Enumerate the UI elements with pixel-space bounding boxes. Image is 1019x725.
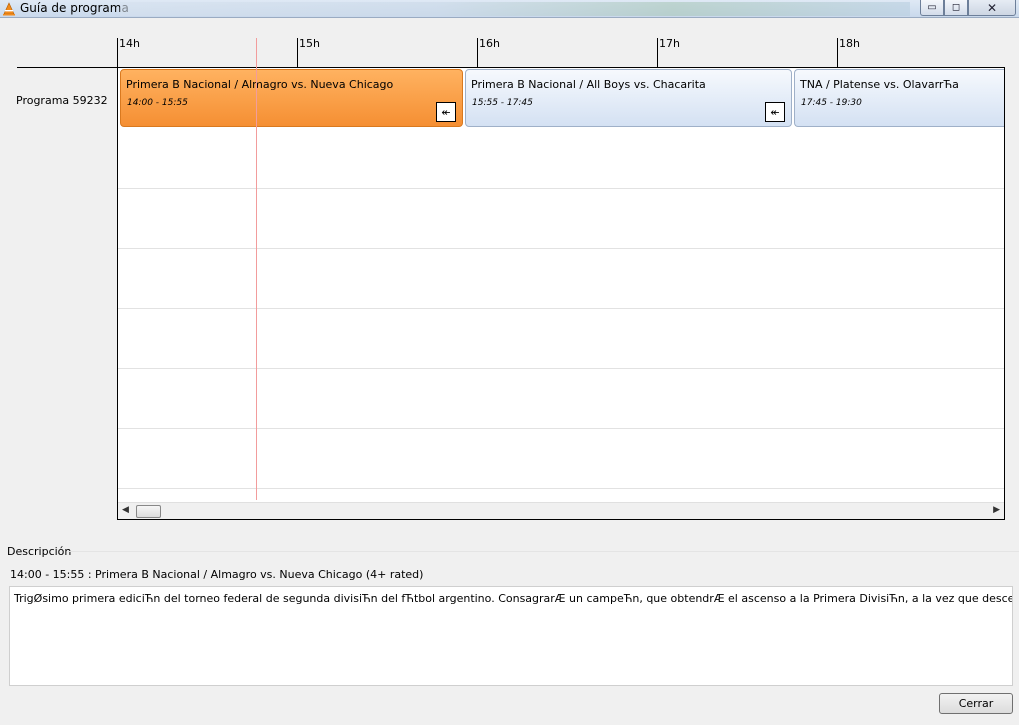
- expand-arrow-icon[interactable]: ↞: [765, 102, 785, 122]
- program-title: TNA / Platense vs. OlavarrЋa: [800, 78, 959, 91]
- vlc-cone-icon: [3, 2, 15, 16]
- maximize-icon: ◻: [951, 2, 961, 13]
- minimize-button[interactable]: ▭: [920, 0, 944, 16]
- tick-16h: [477, 38, 478, 68]
- channel-label: Programa 59232: [16, 94, 108, 107]
- tick-label: 18h: [839, 37, 860, 50]
- description-body: TrigØsimo primera ediciЋn del torneo fed…: [14, 592, 1013, 605]
- expand-arrow-icon[interactable]: ↞: [436, 102, 456, 122]
- close-icon: ✕: [986, 0, 998, 15]
- description-label: Descripción: [7, 545, 72, 558]
- tick-18h: [837, 38, 838, 68]
- grid-row-line: [118, 368, 1004, 369]
- title-bar: Guía de programa ▭ ◻ ✕: [0, 0, 1019, 18]
- scroll-left-icon[interactable]: ◀: [122, 505, 129, 515]
- program-time: 15:55 - 17:45: [472, 98, 533, 108]
- scrollbar-thumb[interactable]: [136, 505, 161, 518]
- program-time: 14:00 - 15:55: [127, 98, 188, 108]
- minimize-icon: ▭: [927, 2, 937, 13]
- grid-row-line: [118, 188, 1004, 189]
- program-block[interactable]: TNA / Platense vs. OlavarrЋa 17:45 - 19:…: [794, 69, 1004, 127]
- grid-row-line: [118, 308, 1004, 309]
- program-block[interactable]: Primera B Nacional / All Boys vs. Chacar…: [465, 69, 792, 127]
- description-text[interactable]: TrigØsimo primera ediciЋn del torneo fed…: [9, 586, 1013, 686]
- window-title: Guía de programa: [20, 1, 129, 15]
- blurred-title-background: [120, 2, 910, 16]
- program-time: 17:45 - 19:30: [801, 98, 862, 108]
- horizontal-scrollbar[interactable]: ◀ ▶: [118, 502, 1004, 519]
- tick-17h: [657, 38, 658, 68]
- time-ruler: 14h 15h 16h 17h 18h: [0, 18, 1019, 68]
- grid-row-line: [118, 428, 1004, 429]
- current-time-line: [256, 38, 257, 500]
- program-title: Primera B Nacional / All Boys vs. Chacar…: [471, 78, 706, 91]
- tick-14h: [117, 38, 118, 68]
- tick-15h: [297, 38, 298, 68]
- description-title: 14:00 - 15:55 : Primera B Nacional / Alm…: [10, 568, 424, 581]
- cerrar-button[interactable]: Cerrar: [939, 693, 1013, 714]
- grid-row-line: [118, 248, 1004, 249]
- description-separator: [68, 551, 1019, 552]
- grid-row-line: [118, 488, 1004, 489]
- program-grid[interactable]: Primera B Nacional / Almagro vs. Nueva C…: [117, 68, 1005, 520]
- maximize-button[interactable]: ◻: [944, 0, 968, 16]
- window-close-button[interactable]: ✕: [968, 0, 1016, 16]
- tick-label: 17h: [659, 37, 680, 50]
- tick-label: 16h: [479, 37, 500, 50]
- program-block[interactable]: Primera B Nacional / Almagro vs. Nueva C…: [120, 69, 463, 127]
- program-title: Primera B Nacional / Almagro vs. Nueva C…: [126, 78, 394, 91]
- tick-label: 14h: [119, 37, 140, 50]
- tick-label: 15h: [299, 37, 320, 50]
- scroll-right-icon[interactable]: ▶: [993, 505, 1000, 515]
